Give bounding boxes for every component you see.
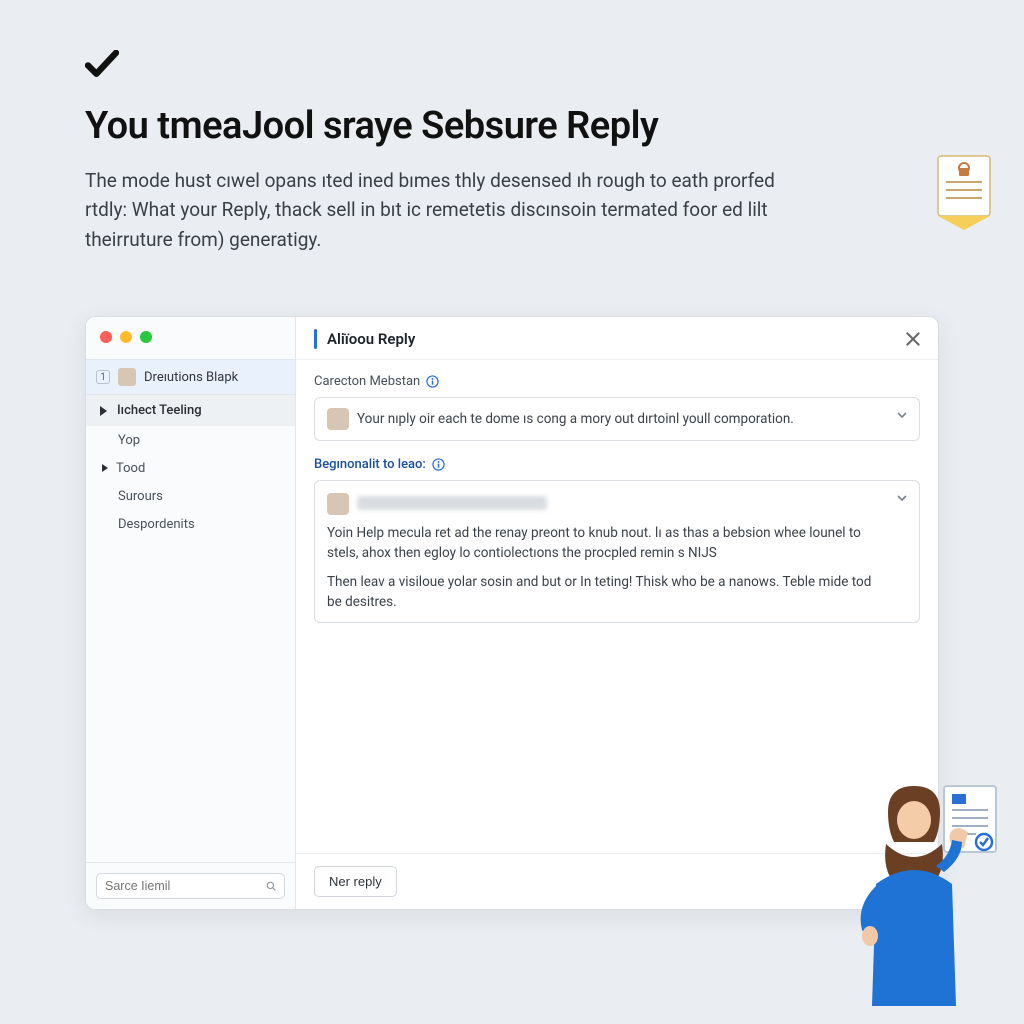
page-title: You tmeaJool sraye Sebsure Reply [85,104,964,148]
avatar-icon [327,408,349,430]
minimize-dot[interactable] [120,331,132,343]
sidebar-item[interactable]: Despordenits [86,510,295,538]
sidebar-item[interactable]: Tood [86,454,295,482]
avatar-icon [118,368,136,386]
maximize-dot[interactable] [140,331,152,343]
chevron-down-icon[interactable] [895,408,909,422]
chevron-right-icon [102,464,108,472]
sidebar-item-selected[interactable]: 1 Dreıutions Blapk [86,359,295,395]
avatar-icon [327,493,349,515]
chevron-right-icon [100,406,107,416]
reply-paragraph: Yoin Help mecula ret ad the renay preont… [327,523,885,564]
sidebar-section-label: Iıchect Teeling [117,403,202,418]
reply-card[interactable]: Yoin Help mecula ret ad the renay preont… [314,480,920,623]
check-icon [85,50,119,78]
search-field[interactable] [105,879,266,893]
page-lead: The mode hust cıwel opans ıted ined bıme… [85,166,805,254]
section-label: Begınonalit to leaо: [314,457,920,472]
app-window: 1 Dreıutions Blapk Iıchect Teeling Yop T… [85,316,939,910]
close-dot[interactable] [100,331,112,343]
sidebar-item[interactable]: Surours [86,482,295,510]
reply-card[interactable]: Your nıply oir each te dome ıs cong a mo… [314,397,920,441]
new-reply-button[interactable]: Ner reply [314,866,397,897]
info-icon[interactable] [426,375,439,388]
accent-bar [314,329,317,349]
sidebar-item-label: Dreıutions Blapk [144,370,238,385]
sidebar-section[interactable]: Iıchect Teeling [86,395,295,426]
window-controls[interactable] [86,317,295,353]
close-icon[interactable] [904,330,922,348]
sidebar-badge: 1 [96,370,110,384]
redacted-name [357,496,547,510]
info-icon[interactable] [432,458,445,471]
panel-title: Aliïoou Reply [327,330,904,348]
secure-note-icon [924,150,1004,240]
chevron-down-icon[interactable] [895,491,909,505]
reply-paragraph: Then leav a visiloue yolar sosin and but… [327,572,885,613]
sidebar: 1 Dreıutions Blapk Iıchect Teeling Yop T… [86,317,296,909]
reply-text: Your nıply oir each te dome ıs cong a mo… [357,409,794,429]
sidebar-item[interactable]: Yop [86,426,295,454]
search-icon [266,879,276,893]
field-label: Carecton Mebstan [314,374,920,389]
main-panel: Aliïoou Reply Carecton Mebstan Your nıpl… [296,317,938,909]
search-input[interactable] [96,873,285,899]
